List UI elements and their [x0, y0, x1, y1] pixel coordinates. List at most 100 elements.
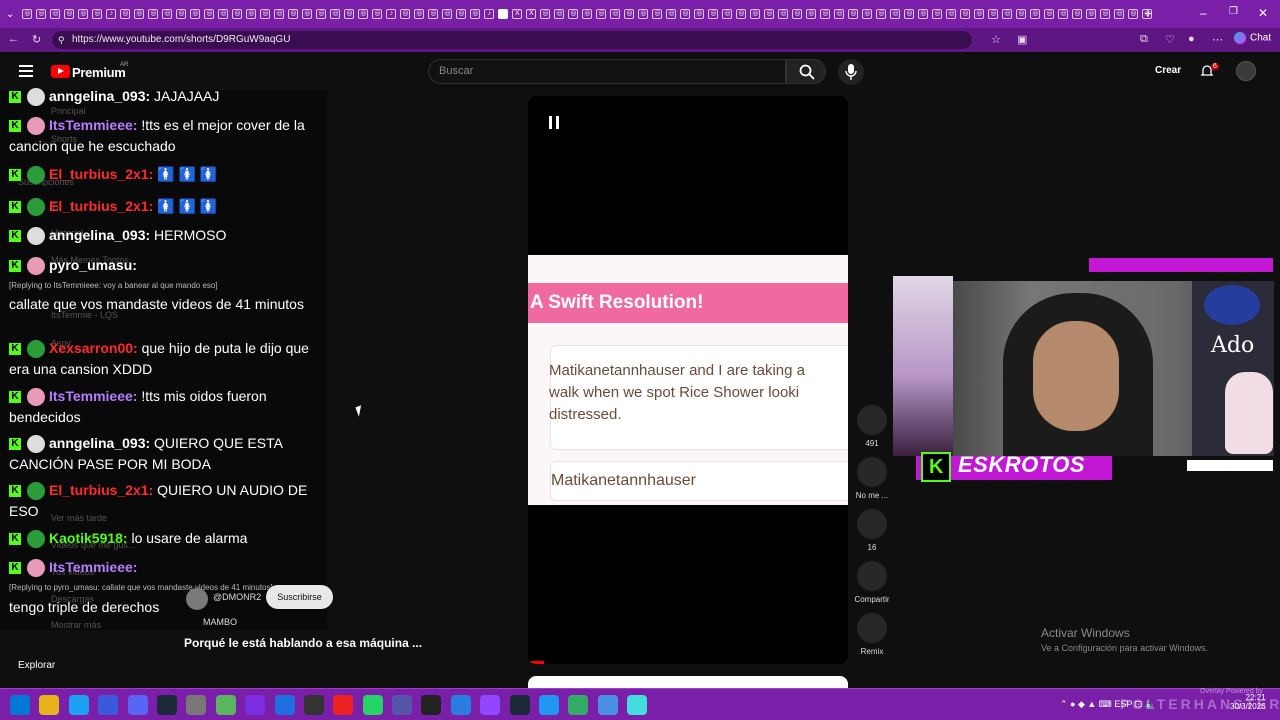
browser-tab-icon[interactable]: ◎ — [568, 9, 579, 19]
taskbar-app-icon[interactable] — [274, 695, 295, 715]
browser-tab-icon[interactable]: ◎ — [890, 9, 901, 19]
taskbar-app-icon[interactable] — [303, 695, 324, 715]
taskbar-app-icon[interactable] — [539, 695, 560, 715]
browser-tab-icon[interactable]: ◎ — [946, 9, 957, 19]
chat-username[interactable]: Kaotik5918: — [49, 530, 128, 546]
browser-tab-icon[interactable]: ◎ — [134, 9, 145, 19]
taskbar-app-icon[interactable] — [127, 695, 148, 715]
browser-tab-icon[interactable]: ◎ — [218, 9, 229, 19]
browser-tab-icon[interactable]: ◎ — [540, 9, 551, 19]
hamburger-menu-icon[interactable] — [19, 65, 33, 77]
browser-tab-icon[interactable]: ◎ — [372, 9, 383, 19]
browser-tab-icon[interactable]: ◎ — [792, 9, 803, 19]
subscribe-button[interactable]: Suscribirse — [266, 585, 333, 609]
split-screen-icon[interactable]: ⧉ — [1140, 33, 1148, 46]
browser-tab-icon[interactable]: ◎ — [904, 9, 915, 19]
browser-tab-icon[interactable]: ◎ — [302, 9, 313, 19]
chat-username[interactable]: anngelina_093: — [49, 435, 150, 451]
browser-tab-icon[interactable]: ◎ — [582, 9, 593, 19]
account-avatar[interactable] — [1236, 61, 1256, 81]
taskbar-app-icon[interactable] — [568, 695, 589, 715]
like-button[interactable] — [857, 405, 887, 435]
browser-tab-icon[interactable]: ◎ — [414, 9, 425, 19]
browser-tab-icon[interactable]: ◎ — [1030, 9, 1041, 19]
url-field[interactable]: ⚲ https://www.youtube.com/shorts/D9RGuW9… — [52, 31, 972, 49]
browser-tab-icon[interactable]: ◎ — [848, 9, 859, 19]
browser-tab-icon[interactable]: ◎ — [344, 9, 355, 19]
taskbar-app-icon[interactable] — [10, 695, 30, 715]
sidebar-explore-heading[interactable]: Explorar — [18, 660, 55, 671]
remix-button[interactable] — [857, 613, 887, 643]
browser-tab-icon[interactable]: ◎ — [1072, 9, 1083, 19]
taskbar-app-icon[interactable] — [156, 695, 177, 715]
favorites-icon[interactable]: ♡ — [1165, 33, 1175, 46]
browser-tab-icon[interactable]: ◎ — [708, 9, 719, 19]
browser-tab-icon[interactable]: ◎ — [232, 9, 243, 19]
browser-tab-icon[interactable]: ◎ — [638, 9, 649, 19]
browser-tab-icon[interactable]: ◎ — [834, 9, 845, 19]
taskbar-app-icon[interactable] — [245, 695, 266, 715]
browser-tab-icon[interactable]: ◎ — [596, 9, 607, 19]
voice-search-button[interactable] — [838, 59, 864, 85]
browser-tab-icon[interactable]: ◎ — [204, 9, 215, 19]
browser-tab-icon[interactable]: ◎ — [176, 9, 187, 19]
taskbar-app-icon[interactable] — [98, 695, 119, 715]
search-input[interactable]: Buscar — [428, 59, 786, 84]
create-button[interactable]: Crear — [1155, 65, 1181, 76]
browser-tab-icon[interactable]: ◎ — [120, 9, 131, 19]
close-window-button[interactable]: ✕ — [1258, 6, 1268, 20]
browser-tab-icon[interactable]: ◎ — [666, 9, 677, 19]
browser-tab-icon[interactable]: ◎ — [1002, 9, 1013, 19]
taskbar-app-icon[interactable] — [480, 695, 501, 715]
brand-label[interactable]: Premium — [72, 65, 126, 80]
tab-actions-icon[interactable]: ⌄ — [6, 9, 14, 20]
taskbar-app-icon[interactable] — [186, 695, 207, 715]
pause-icon[interactable] — [549, 116, 559, 129]
browser-tab-icon[interactable]: ◎ — [1086, 9, 1097, 19]
browser-tab-icon[interactable]: ◎ — [1128, 9, 1139, 19]
chat-username[interactable]: El_turbius_2x1: — [49, 482, 153, 498]
chat-username[interactable]: Xexsarron00: — [49, 340, 138, 356]
browser-tab-icon[interactable]: ◎ — [50, 9, 61, 19]
browser-tab-icon[interactable]: ◎ — [876, 9, 887, 19]
channel-avatar[interactable] — [186, 588, 208, 610]
chat-username[interactable]: ItsTemmieee: — [49, 388, 137, 404]
site-info-icon[interactable]: ⚲ — [58, 31, 65, 49]
browser-tab-icon[interactable]: ◎ — [610, 9, 621, 19]
browser-tab-icon[interactable]: X — [526, 9, 537, 19]
browser-tab-icon[interactable]: ◎ — [1100, 9, 1111, 19]
chat-username[interactable]: anngelina_093: — [49, 88, 150, 104]
minimize-button[interactable]: – — [1200, 6, 1207, 20]
share-button[interactable] — [857, 561, 887, 591]
browser-tab-icon[interactable]: ◎ — [456, 9, 467, 19]
chat-username[interactable]: pyro_umasu: — [49, 257, 137, 273]
browser-tab-icon[interactable]: ◎ — [764, 9, 775, 19]
reload-button[interactable]: ↻ — [32, 33, 41, 46]
video-progress-bar[interactable] — [528, 661, 544, 664]
profile-icon[interactable]: ● — [1188, 33, 1195, 45]
browser-tab-icon[interactable]: ◎ — [190, 9, 201, 19]
browser-tab-icon[interactable]: ◎ — [148, 9, 159, 19]
browser-tab-icon[interactable]: ◎ — [1058, 9, 1069, 19]
taskbar-app-icon[interactable] — [450, 695, 471, 715]
browser-tab-icon[interactable]: ◎ — [554, 9, 565, 19]
browser-tab-icon[interactable]: ◎ — [246, 9, 257, 19]
extensions-icon[interactable]: ▣ — [1017, 33, 1027, 46]
browser-tab-icon[interactable]: ◎ — [750, 9, 761, 19]
browser-tab-icon[interactable]: ◎ — [722, 9, 733, 19]
browser-tab-icon[interactable]: ◎ — [78, 9, 89, 19]
browser-tab-icon[interactable]: ◎ — [1114, 9, 1125, 19]
browser-tab-icon[interactable]: ◎ — [694, 9, 705, 19]
browser-tab-icon[interactable]: ◎ — [64, 9, 75, 19]
browser-tab-icon[interactable]: ◎ — [260, 9, 271, 19]
channel-name[interactable]: @DMONR2 — [213, 592, 261, 602]
browser-tab-icon[interactable]: ◎ — [288, 9, 299, 19]
maximize-button[interactable]: ❐ — [1229, 6, 1238, 17]
browser-tab-icon[interactable]: ♪ — [106, 9, 117, 19]
new-tab-button[interactable]: + — [1144, 5, 1152, 21]
browser-tab-icon[interactable]: ♪ — [386, 9, 397, 19]
taskbar-app-icon[interactable] — [215, 695, 236, 715]
browser-tab-icon[interactable]: ◎ — [358, 9, 369, 19]
browser-tab-icon[interactable]: ◎ — [680, 9, 691, 19]
taskbar-app-icon[interactable] — [362, 695, 383, 715]
